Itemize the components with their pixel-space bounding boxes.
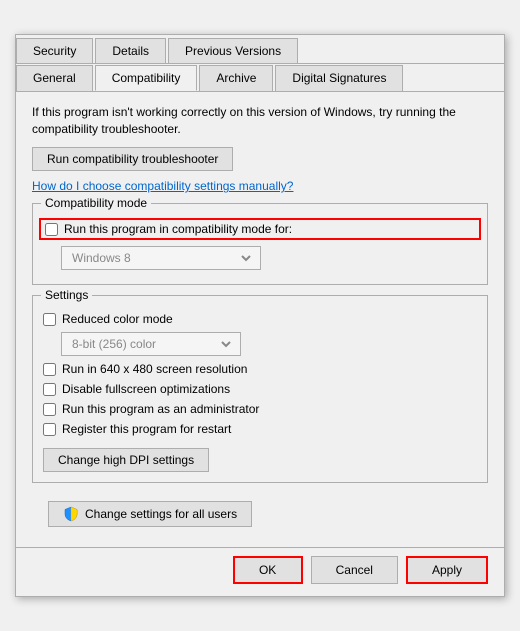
compatibility-mode-group: Compatibility mode Run this program in c… <box>32 203 488 285</box>
reduced-color-row: Reduced color mode <box>43 312 477 326</box>
admin-checkbox[interactable] <box>43 403 56 416</box>
apply-button[interactable]: Apply <box>406 556 488 584</box>
admin-label: Run this program as an administrator <box>62 402 259 416</box>
ok-button[interactable]: OK <box>233 556 303 584</box>
admin-row: Run this program as an administrator <box>43 402 477 416</box>
tab-archive[interactable]: Archive <box>199 65 273 91</box>
tab-details[interactable]: Details <box>95 38 166 63</box>
settings-content: Reduced color mode 8-bit (256) color 16-… <box>43 312 477 472</box>
tab-digital-signatures[interactable]: Digital Signatures <box>275 65 403 91</box>
resolution-checkbox[interactable] <box>43 363 56 376</box>
color-select[interactable]: 8-bit (256) color 16-bit color <box>68 336 234 352</box>
compatibility-mode-label: Compatibility mode <box>41 196 151 210</box>
help-link[interactable]: How do I choose compatibility settings m… <box>32 179 488 193</box>
shield-icon <box>63 506 79 522</box>
compatibility-checkbox-label: Run this program in compatibility mode f… <box>64 222 292 236</box>
restart-label: Register this program for restart <box>62 422 231 436</box>
resolution-row: Run in 640 x 480 screen resolution <box>43 362 477 376</box>
change-settings-button[interactable]: Change settings for all users <box>48 501 252 527</box>
tab-compatibility[interactable]: Compatibility <box>95 65 198 91</box>
dpi-settings-button[interactable]: Change high DPI settings <box>43 448 209 472</box>
settings-group: Settings Reduced color mode 8-bit (256) … <box>32 295 488 483</box>
tab-previous-versions[interactable]: Previous Versions <box>168 38 298 63</box>
tab-content: If this program isn't working correctly … <box>16 92 504 548</box>
windows-version-select[interactable]: Windows 8 Windows 7 Windows Vista Window… <box>68 250 254 266</box>
fullscreen-row: Disable fullscreen optimizations <box>43 382 477 396</box>
tab-security[interactable]: Security <box>16 38 93 63</box>
resolution-label: Run in 640 x 480 screen resolution <box>62 362 247 376</box>
fullscreen-checkbox[interactable] <box>43 383 56 396</box>
reduced-color-label: Reduced color mode <box>62 312 173 326</box>
tab-general[interactable]: General <box>16 65 93 91</box>
compatibility-checkbox[interactable] <box>45 223 58 236</box>
dialog-buttons: OK Cancel Apply <box>16 547 504 596</box>
bottom-tab-bar: General Compatibility Archive Digital Si… <box>16 64 504 92</box>
restart-checkbox[interactable] <box>43 423 56 436</box>
change-settings-label: Change settings for all users <box>85 507 237 521</box>
compatibility-mode-content: Run this program in compatibility mode f… <box>43 218 477 270</box>
change-settings-bar: Change settings for all users <box>32 493 488 535</box>
settings-group-label: Settings <box>41 288 92 302</box>
description-text: If this program isn't working correctly … <box>32 104 488 138</box>
windows-version-select-wrapper[interactable]: Windows 8 Windows 7 Windows Vista Window… <box>61 246 261 270</box>
compatibility-checkbox-row: Run this program in compatibility mode f… <box>39 218 481 240</box>
troubleshooter-button[interactable]: Run compatibility troubleshooter <box>32 147 233 171</box>
fullscreen-label: Disable fullscreen optimizations <box>62 382 230 396</box>
reduced-color-checkbox[interactable] <box>43 313 56 326</box>
properties-window: Security Details Previous Versions Gener… <box>15 34 505 598</box>
cancel-button[interactable]: Cancel <box>311 556 398 584</box>
color-select-wrapper[interactable]: 8-bit (256) color 16-bit color <box>61 332 241 356</box>
top-tab-bar: Security Details Previous Versions <box>16 35 504 64</box>
restart-row: Register this program for restart <box>43 422 477 436</box>
